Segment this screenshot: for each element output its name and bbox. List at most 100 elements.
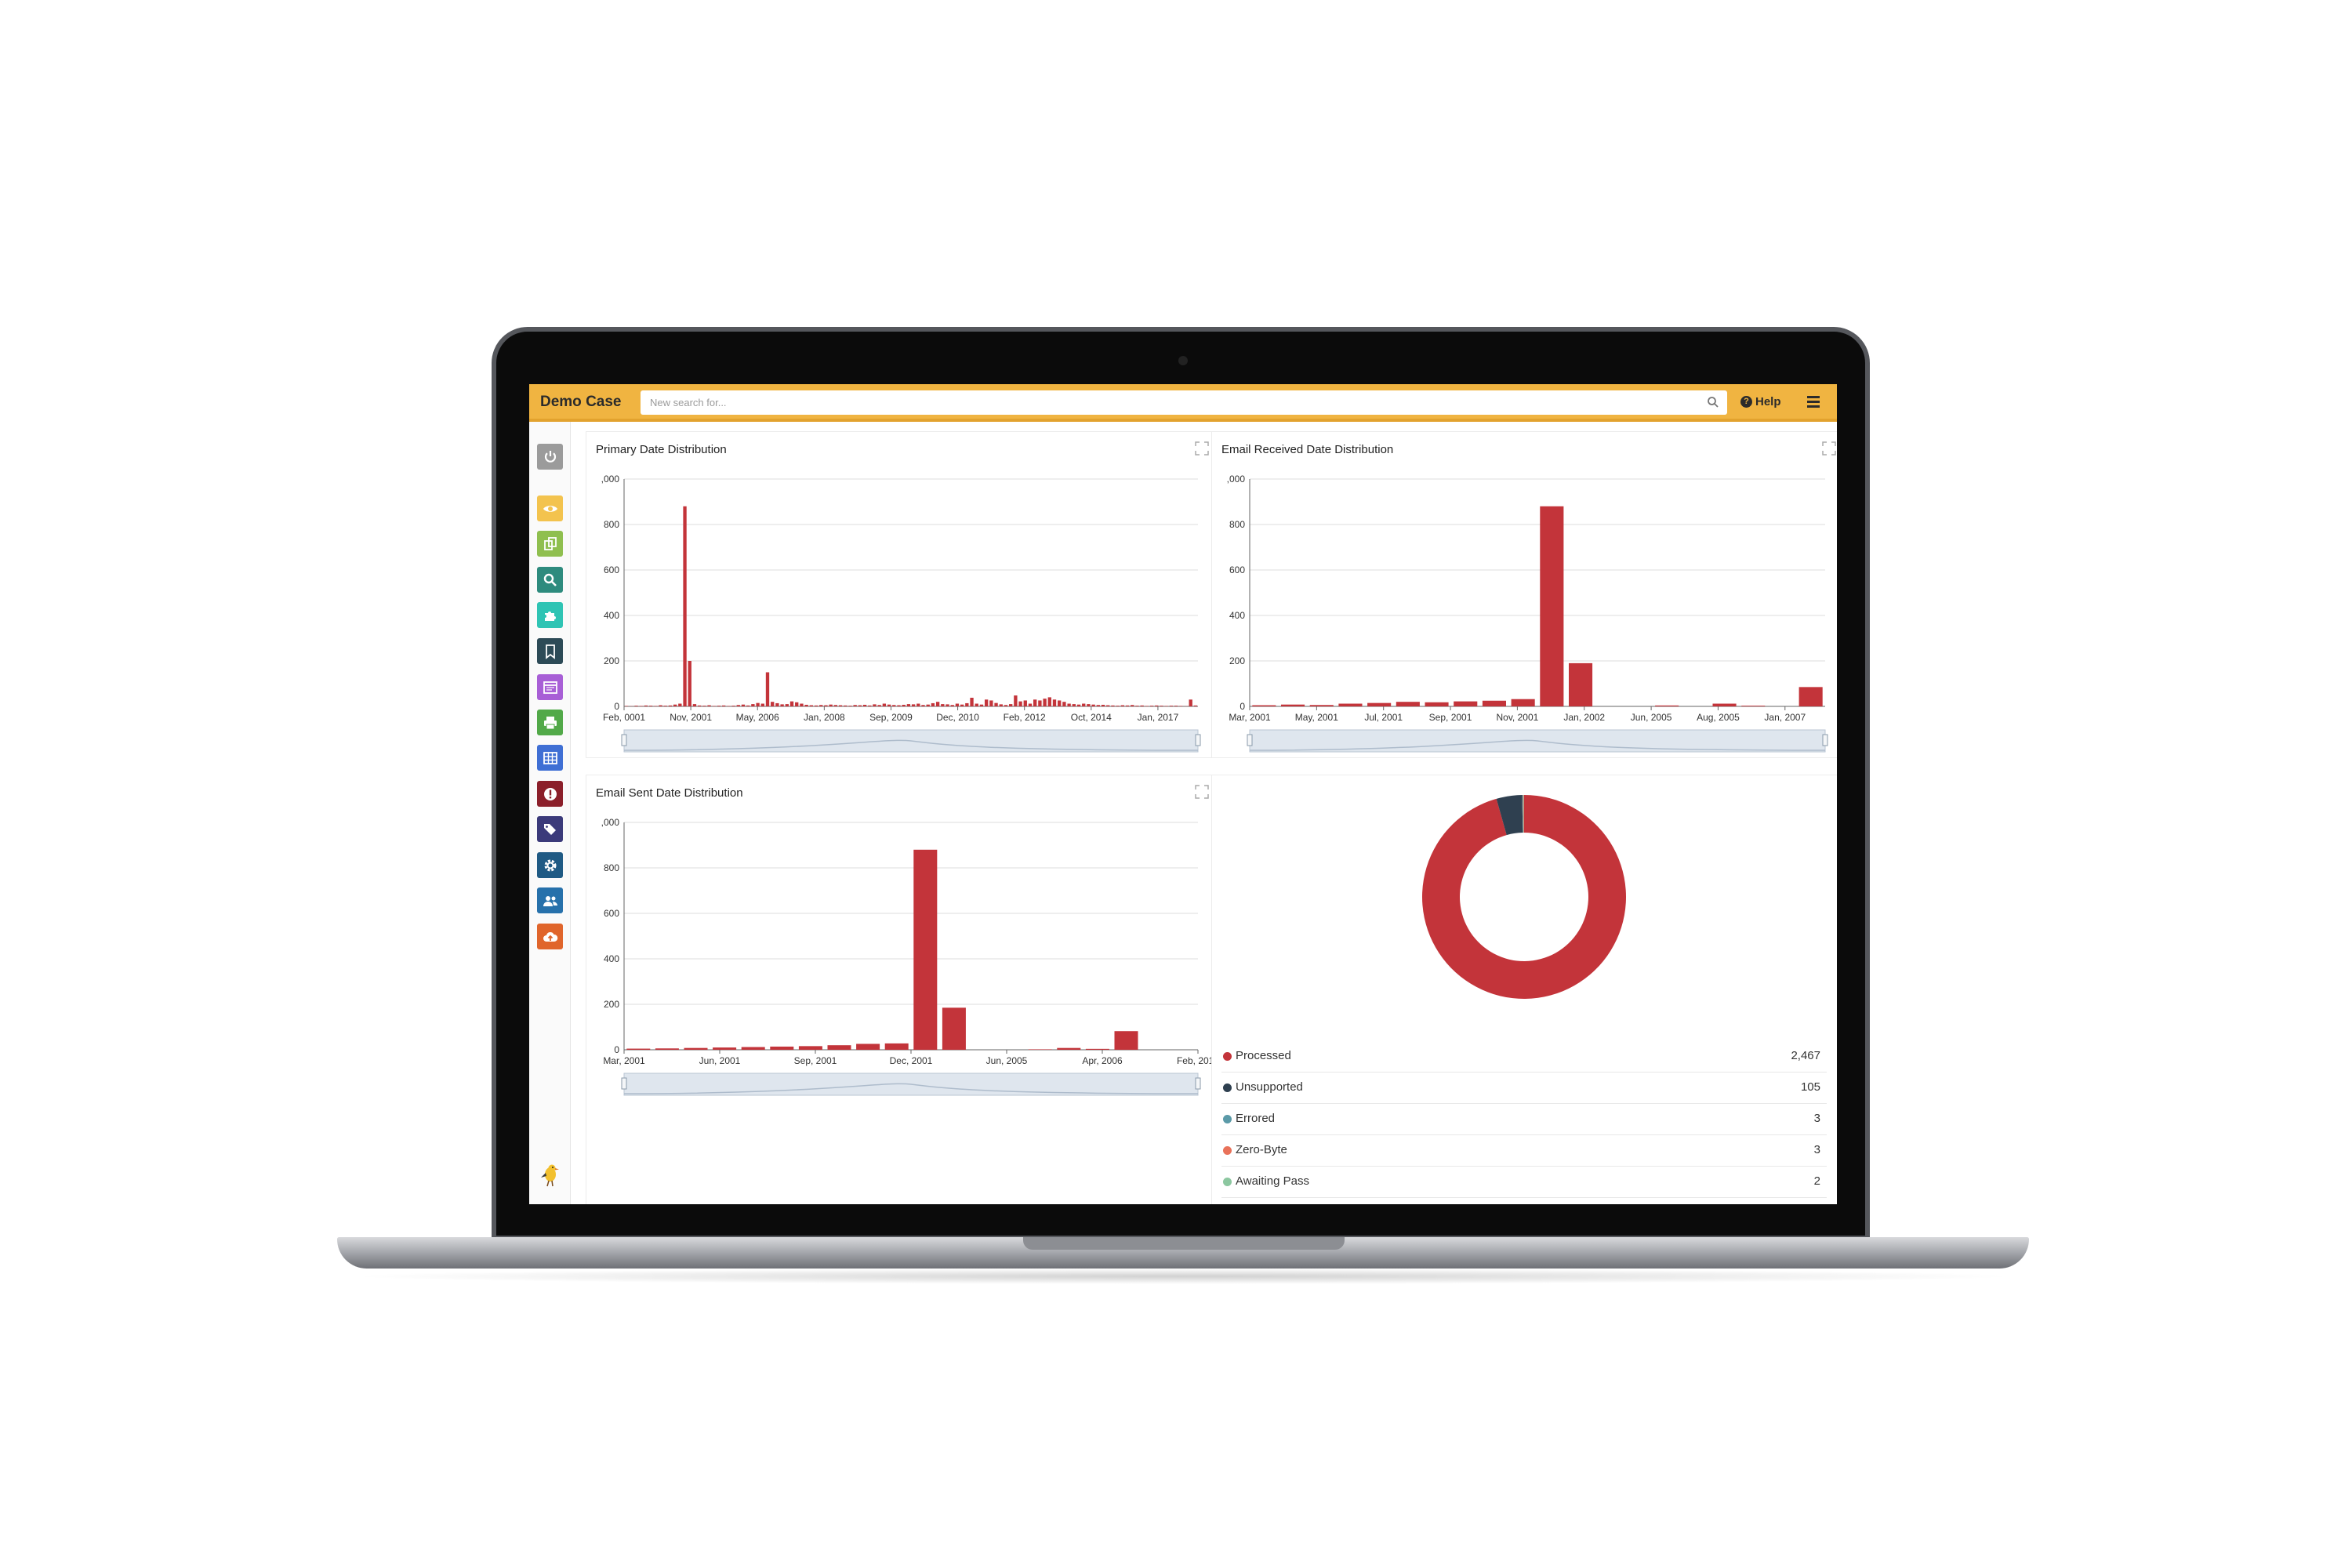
sidebar-tags-button[interactable] <box>537 816 563 842</box>
bar[interactable] <box>688 661 691 706</box>
range-handle-right[interactable] <box>1195 1077 1201 1090</box>
bar[interactable] <box>926 704 930 706</box>
bar[interactable] <box>1454 701 1478 706</box>
bar[interactable] <box>994 702 998 706</box>
bar[interactable] <box>1038 700 1042 706</box>
bar[interactable] <box>950 705 954 706</box>
legend-row[interactable]: Unsupported 105 <box>1221 1072 1827 1104</box>
bar[interactable] <box>935 702 940 706</box>
bar[interactable] <box>941 704 945 706</box>
bar[interactable] <box>1338 703 1363 706</box>
expand-icon[interactable] <box>1195 785 1209 799</box>
bar[interactable] <box>856 1044 880 1050</box>
bar[interactable] <box>1058 700 1062 706</box>
bar[interactable] <box>1076 704 1081 706</box>
sidebar-users-button[interactable] <box>537 887 563 913</box>
bar[interactable] <box>999 704 1003 706</box>
help-button[interactable]: ? Help <box>1740 395 1781 408</box>
bar[interactable] <box>913 849 938 1050</box>
sidebar-upload-button[interactable] <box>537 924 563 949</box>
bar[interactable] <box>713 1047 737 1050</box>
bar[interactable] <box>1085 1048 1109 1050</box>
bar[interactable] <box>882 703 887 706</box>
bar[interactable] <box>887 704 891 706</box>
range-handle-left[interactable] <box>1247 734 1253 746</box>
bar[interactable] <box>862 704 867 706</box>
bar[interactable] <box>975 703 978 706</box>
bar[interactable] <box>916 703 920 706</box>
bar[interactable] <box>833 705 838 706</box>
legend-row[interactable]: Processed 2,467 <box>1221 1040 1827 1073</box>
bar[interactable] <box>960 704 964 706</box>
search-input[interactable] <box>641 390 1683 415</box>
bar[interactable] <box>1482 700 1506 706</box>
bar[interactable] <box>1114 1031 1138 1050</box>
bar[interactable] <box>804 704 808 706</box>
legend-row[interactable]: Errored 3 <box>1221 1103 1827 1135</box>
sidebar-settings-button[interactable] <box>537 852 563 878</box>
bar[interactable] <box>921 705 925 706</box>
range-handle-left[interactable] <box>621 734 627 746</box>
bar[interactable] <box>1014 695 1018 706</box>
bar[interactable] <box>1189 699 1192 706</box>
bar[interactable] <box>775 702 779 706</box>
bar[interactable] <box>626 1048 651 1050</box>
bar[interactable] <box>984 699 989 706</box>
expand-icon[interactable] <box>1195 441 1209 456</box>
bar[interactable] <box>795 702 799 706</box>
bar[interactable] <box>931 702 935 706</box>
legend-row[interactable]: Awaiting Pass 2 <box>1221 1166 1827 1198</box>
bar[interactable] <box>1052 699 1057 706</box>
bar[interactable] <box>946 704 949 706</box>
sidebar-review-button[interactable] <box>537 495 563 521</box>
bar[interactable] <box>756 702 760 706</box>
bar[interactable] <box>819 705 823 706</box>
bar[interactable] <box>771 702 775 706</box>
bar[interactable] <box>789 701 794 706</box>
bar[interactable] <box>736 705 740 706</box>
bar[interactable] <box>829 704 833 706</box>
bar[interactable] <box>1047 697 1051 706</box>
sidebar-search-button[interactable] <box>537 567 563 593</box>
bar[interactable] <box>827 1045 851 1050</box>
expand-icon[interactable] <box>1822 441 1836 456</box>
bar[interactable] <box>1101 704 1105 706</box>
sidebar-plugins-button[interactable] <box>537 602 563 628</box>
bar[interactable] <box>1028 703 1033 706</box>
range-handle-left[interactable] <box>621 1077 627 1090</box>
bar[interactable] <box>1396 702 1420 706</box>
bar[interactable] <box>1043 699 1047 706</box>
bar[interactable] <box>780 704 784 706</box>
sidebar-alert-button[interactable] <box>537 781 563 807</box>
bar[interactable] <box>884 1043 909 1050</box>
bar[interactable] <box>877 705 881 706</box>
bar[interactable] <box>655 1048 679 1050</box>
bar[interactable] <box>1540 506 1564 706</box>
bar[interactable] <box>979 704 984 706</box>
bar[interactable] <box>765 672 770 707</box>
bar[interactable] <box>1008 704 1013 706</box>
bar[interactable] <box>683 506 687 706</box>
bar[interactable] <box>800 703 804 706</box>
bar[interactable] <box>741 1047 765 1050</box>
sidebar-copy-button[interactable] <box>537 531 563 557</box>
bar[interactable] <box>798 1046 822 1050</box>
bar[interactable] <box>902 704 906 706</box>
bar[interactable] <box>989 700 993 706</box>
bar[interactable] <box>1511 699 1535 706</box>
bar[interactable] <box>1067 703 1071 706</box>
legend-row[interactable]: Zero-Byte 3 <box>1221 1134 1827 1167</box>
search-icon[interactable] <box>1707 396 1719 408</box>
bar[interactable] <box>1018 701 1022 706</box>
bar[interactable] <box>770 1046 794 1050</box>
bar[interactable] <box>1712 703 1737 706</box>
bar[interactable] <box>873 704 877 706</box>
bar[interactable] <box>1004 705 1008 706</box>
bar[interactable] <box>1087 704 1091 706</box>
bar[interactable] <box>1309 705 1334 706</box>
hamburger-menu-icon[interactable] <box>1807 396 1820 408</box>
bar[interactable] <box>1062 702 1066 706</box>
bar[interactable] <box>1096 705 1101 706</box>
bar[interactable] <box>785 704 789 706</box>
sidebar-print-button[interactable] <box>537 710 563 735</box>
